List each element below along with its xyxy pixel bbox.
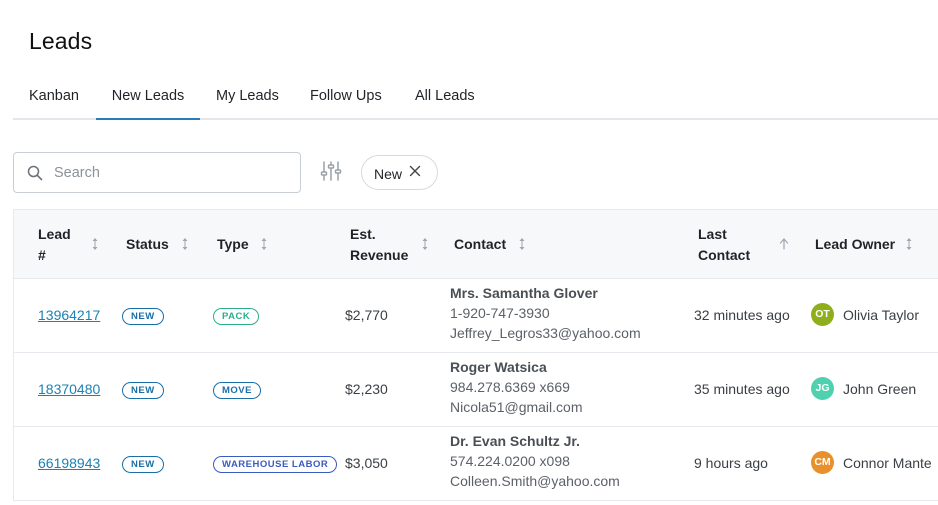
last-contact-value: 9 hours ago [694,455,768,471]
tab-follow-ups[interactable]: Follow Ups [310,78,390,120]
table-row[interactable]: 18370480 NEW MOVE $2,230 Roger Watsica 9… [13,353,938,427]
table-row[interactable]: 66198943 NEW WAREHOUSE LABOR $3,050 Dr. … [13,427,938,501]
table-header: Lead # Status Type Est. Revenue Contact La… [13,210,938,279]
column-header-last-contact[interactable]: Last Contact [698,210,798,279]
last-contact-value: 32 minutes ago [694,307,790,323]
leads-table: Lead # Status Type Est. Revenue Contact La… [13,209,938,501]
contact-email: Jeffrey_Legros33@yahoo.com [450,325,641,341]
revenue-value: $3,050 [345,455,388,471]
lead-id-link[interactable]: 18370480 [38,381,100,397]
contact-phone: 1-920-747-3930 [450,305,550,321]
tab-my-leads[interactable]: My Leads [216,78,286,120]
contact-phone: 574.224.0200 x098 [450,453,570,469]
close-icon[interactable] [408,164,422,178]
sort-icon[interactable] [259,237,269,251]
table-row[interactable]: 13964217 NEW PACK $2,770 Mrs. Samantha G… [13,279,938,353]
tab-bar: Kanban New Leads My Leads Follow Ups All… [13,78,938,120]
tab-new-leads[interactable]: New Leads [96,78,200,120]
tab-kanban[interactable]: Kanban [29,78,89,120]
tab-all-leads[interactable]: All Leads [415,78,481,120]
revenue-value: $2,230 [345,381,388,397]
contact-name: Dr. Evan Schultz Jr. [450,433,580,449]
status-badge: NEW [122,456,164,473]
last-contact-value: 35 minutes ago [694,381,790,397]
contact-email: Colleen.Smith@yahoo.com [450,473,620,489]
contact-email: Nicola51@gmail.com [450,399,583,415]
contact-name: Roger Watsica [450,359,547,375]
sort-icon[interactable] [90,237,100,251]
type-badge: WAREHOUSE LABOR [213,456,338,473]
type-badge: MOVE [213,382,261,399]
search-box [13,152,301,193]
lead-id-link[interactable]: 66198943 [38,455,100,471]
column-header-lead[interactable]: Lead # [38,210,98,279]
type-badge: PACK [213,308,260,325]
column-header-lead-owner[interactable]: Lead Owner [815,210,925,279]
filter-chip-label: New [374,166,403,182]
lead-owner-name: Connor Mante [843,455,932,471]
sort-icon[interactable] [420,237,430,251]
sort-ascending-icon[interactable] [779,237,789,251]
avatar: JG [811,377,834,400]
avatar: OT [811,303,834,326]
sort-icon[interactable] [904,237,914,251]
revenue-value: $2,770 [345,307,388,323]
contact-phone: 984.278.6369 x669 [450,379,570,395]
lead-id-link[interactable]: 13964217 [38,307,100,323]
column-header-type[interactable]: Type [217,210,287,279]
search-input[interactable] [54,161,284,185]
filter-chip-new: New [361,155,438,190]
contact-info: Dr. Evan Schultz Jr. 574.224.0200 x098 C… [450,433,620,489]
column-header-status[interactable]: Status [126,210,206,279]
lead-owner-name: Olivia Taylor [843,307,919,323]
sort-icon[interactable] [517,237,527,251]
sort-icon[interactable] [180,237,190,251]
contact-name: Mrs. Samantha Glover [450,285,598,301]
search-icon [27,165,43,181]
lead-owner-name: John Green [843,381,917,397]
contact-info: Roger Watsica 984.278.6369 x669 Nicola51… [450,359,582,415]
page-title: Leads [29,28,93,54]
status-badge: NEW [122,382,164,399]
status-badge: NEW [122,308,164,325]
column-header-revenue[interactable]: Est. Revenue [350,210,440,279]
avatar: CM [811,451,834,474]
column-header-contact[interactable]: Contact [454,210,544,279]
filter-sliders-icon[interactable] [320,160,342,182]
contact-info: Mrs. Samantha Glover 1-920-747-3930 Jeff… [450,285,641,341]
